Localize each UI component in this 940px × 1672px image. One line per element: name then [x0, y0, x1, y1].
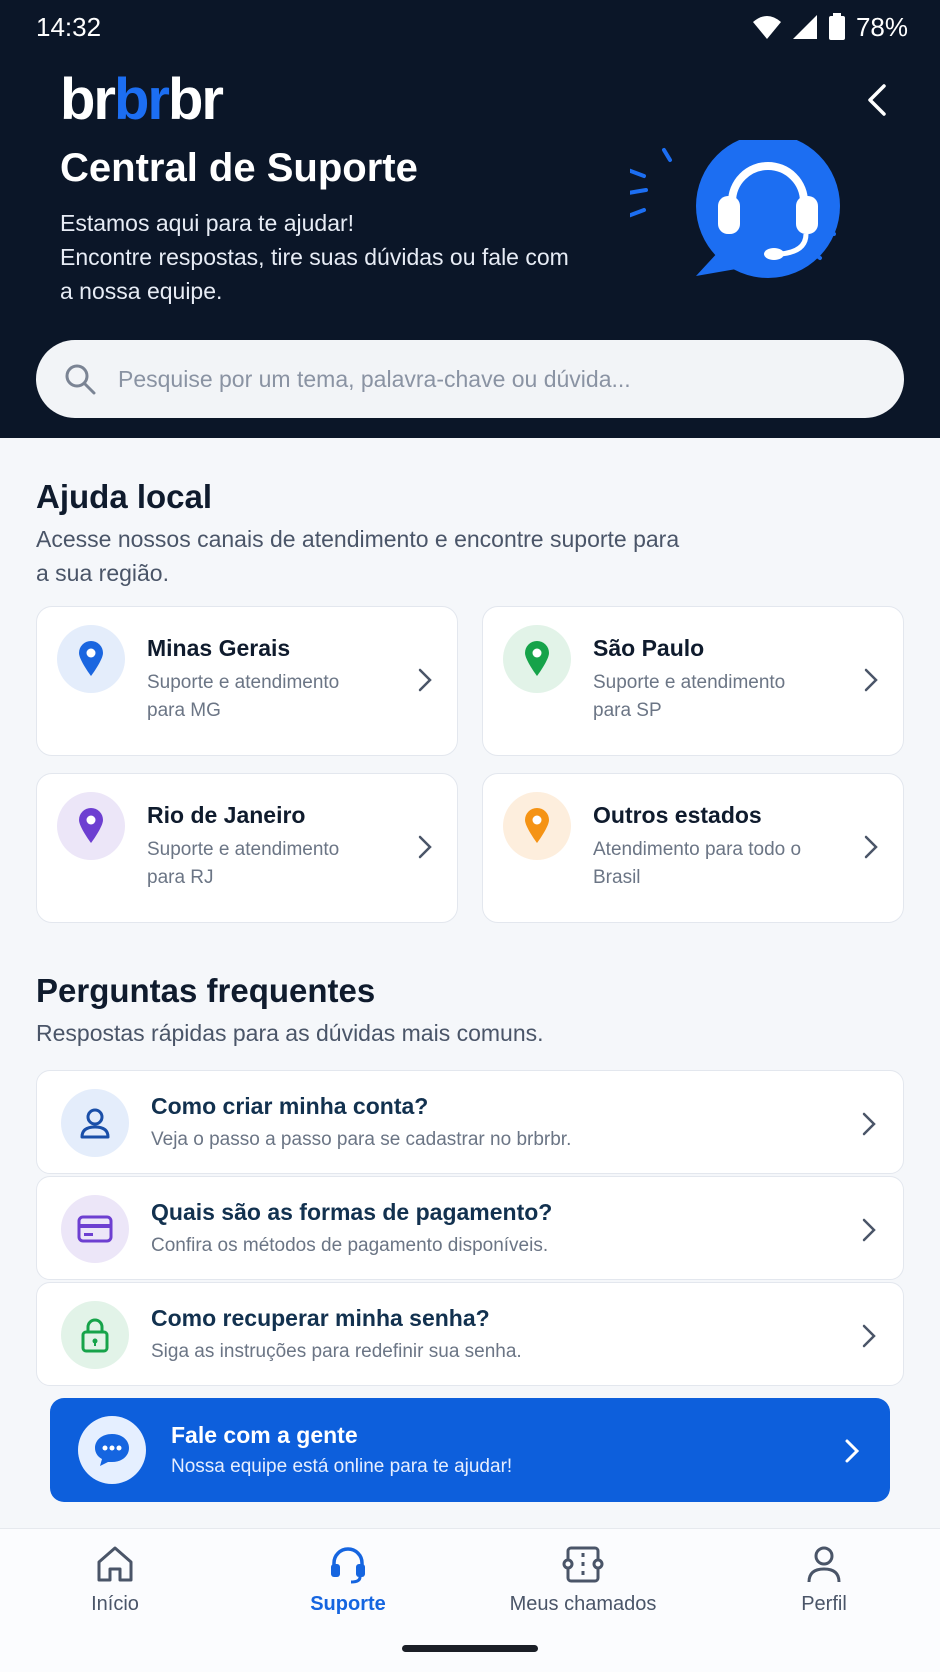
chevron-right-icon	[418, 835, 432, 859]
local-help-subtitle: Acesse nossos canais de atendimento e en…	[36, 526, 680, 586]
chevron-right-icon	[845, 1439, 860, 1463]
nav-label: Perfil	[801, 1593, 847, 1615]
region-card-rj[interactable]: Rio de Janeiro Suporte e atendimento par…	[36, 773, 458, 923]
nav-label: Suporte	[310, 1593, 386, 1615]
region-card-mg[interactable]: Minas Gerais Suporte e atendimento para …	[36, 606, 458, 756]
faq-description: Veja o passo a passo para se cadastrar n…	[151, 1129, 572, 1150]
support-headset-illustration	[630, 140, 840, 278]
status-bar: 14:32 78%	[36, 10, 908, 44]
location-pin-icon	[57, 792, 125, 860]
battery-percent: 78%	[855, 11, 908, 42]
home-icon	[97, 1546, 133, 1582]
chevron-right-icon	[862, 1324, 876, 1348]
cta-title: Fale com a gente	[171, 1422, 358, 1448]
user-icon	[61, 1089, 129, 1157]
nav-label: Meus chamados	[509, 1593, 657, 1615]
status-time: 14:32	[36, 11, 102, 42]
header: 14:32 78% brbrbr Central de Suporte Esta…	[0, 0, 940, 438]
location-pin-icon	[503, 792, 571, 860]
credit-card-icon	[61, 1195, 129, 1263]
ticket-icon	[562, 1546, 604, 1583]
location-pin-icon	[57, 625, 125, 693]
region-subtitle: Suporte e atendimento para MG	[147, 672, 340, 721]
region-title: São Paulo	[593, 635, 705, 661]
cta-subtitle: Nossa equipe está online para te ajudar!	[171, 1456, 513, 1477]
header-subtitle: Estamos aqui para te ajudar! Encontre re…	[60, 210, 569, 304]
faq-subtitle: Respostas rápidas para as dúvidas mais c…	[36, 1020, 544, 1046]
headset-icon	[331, 1547, 365, 1584]
local-help-title: Ajuda local	[36, 478, 213, 515]
region-title: Rio de Janeiro	[147, 802, 306, 828]
search-input[interactable]	[118, 365, 904, 393]
chat-bubble-icon	[78, 1416, 146, 1484]
chevron-right-icon	[864, 668, 878, 692]
faq-description: Siga as instruções para redefinir sua se…	[151, 1341, 522, 1362]
status-icons: 78%	[752, 12, 908, 43]
back-chevron-icon[interactable]	[862, 82, 892, 118]
home-indicator	[402, 1645, 538, 1652]
faq-item-payment-methods[interactable]: Quais são as formas de pagamento? Confir…	[36, 1176, 904, 1280]
nav-item-profile[interactable]: Perfil	[724, 1543, 924, 1616]
faq-question: Como criar minha conta?	[151, 1093, 429, 1119]
location-pin-icon	[503, 625, 571, 693]
nav-item-tickets[interactable]: Meus chamados	[483, 1543, 683, 1616]
contact-us-button[interactable]: Fale com a gente Nossa equipe está onlin…	[50, 1398, 890, 1502]
chevron-right-icon	[418, 668, 432, 692]
chevron-right-icon	[862, 1218, 876, 1242]
signal-icon	[792, 15, 817, 39]
lock-icon	[61, 1301, 129, 1369]
search-bar[interactable]	[36, 340, 904, 418]
page-title: Central de Suporte	[60, 146, 418, 190]
region-title: Minas Gerais	[147, 635, 291, 661]
faq-question: Quais são as formas de pagamento?	[151, 1199, 553, 1225]
region-card-others[interactable]: Outros estados Atendimento para todo o B…	[482, 773, 904, 923]
region-card-sp[interactable]: São Paulo Suporte e atendimento para SP	[482, 606, 904, 756]
region-title: Outros estados	[593, 802, 762, 828]
brand-logo: brbrbr	[60, 67, 224, 132]
battery-icon	[828, 13, 845, 40]
chevron-right-icon	[862, 1112, 876, 1136]
profile-icon	[807, 1546, 841, 1583]
search-icon	[65, 364, 96, 395]
chevron-right-icon	[864, 835, 878, 859]
faq-item-recover-password[interactable]: Como recuperar minha senha? Siga as inst…	[36, 1282, 904, 1386]
faq-item-create-account[interactable]: Como criar minha conta? Veja o passo a p…	[36, 1070, 904, 1174]
nav-item-home[interactable]: Início	[15, 1543, 215, 1616]
region-subtitle: Suporte e atendimento para SP	[593, 672, 786, 721]
region-subtitle: Suporte e atendimento para RJ	[147, 839, 340, 888]
wifi-icon	[752, 16, 781, 39]
nav-label: Início	[91, 1593, 139, 1615]
faq-description: Confira os métodos de pagamento disponív…	[151, 1235, 549, 1256]
nav-item-support[interactable]: Suporte	[248, 1543, 448, 1616]
faq-question: Como recuperar minha senha?	[151, 1305, 490, 1331]
region-subtitle: Atendimento para todo o Brasil	[593, 839, 802, 888]
faq-title: Perguntas frequentes	[36, 972, 376, 1009]
